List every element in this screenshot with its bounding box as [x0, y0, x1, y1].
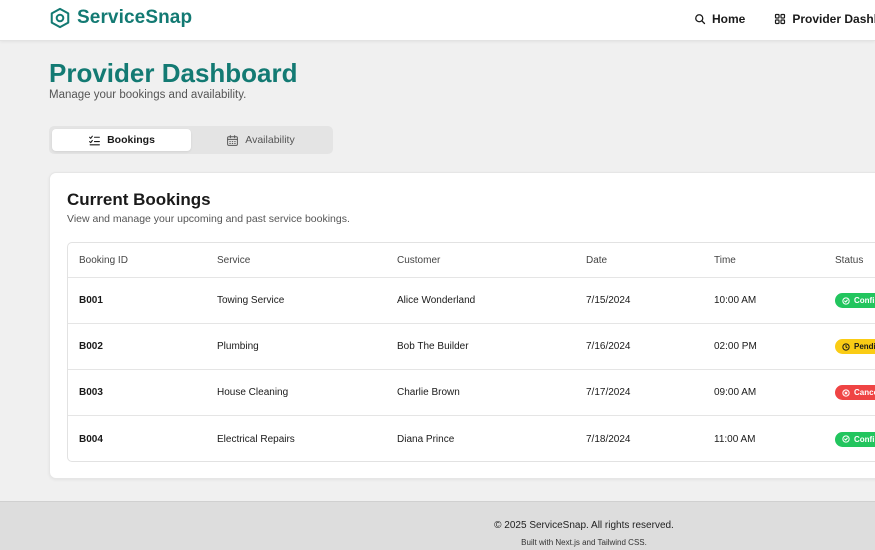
table-row[interactable]: B002 Plumbing Bob The Builder 7/16/2024 …: [68, 324, 875, 370]
dashboard-tabs: Bookings Availability: [49, 126, 333, 154]
nav-provider-dashboard-label: Provider Dashboard: [792, 12, 875, 26]
main-nav: Home Provider Dashboard: [694, 12, 875, 26]
time-cell: 09:00 AM: [714, 387, 757, 398]
service-cell: Plumbing: [217, 341, 259, 352]
status-badge-label: Cancelled: [854, 388, 875, 397]
page-footer: © 2025 ServiceSnap. All rights reserved.…: [0, 501, 875, 550]
service-cell: Electrical Repairs: [217, 433, 295, 445]
current-bookings-card: Current Bookings View and manage your up…: [49, 172, 875, 479]
status-badge-label: Pending: [854, 342, 875, 351]
clock-icon: [842, 342, 850, 351]
customer-cell: Charlie Brown: [397, 387, 460, 398]
nav-home-link[interactable]: Home: [694, 12, 745, 26]
booking-id-cell: B002: [79, 341, 103, 352]
tab-bookings-label: Bookings: [107, 134, 155, 146]
page-title: Provider Dashboard: [49, 58, 298, 88]
x-circle-icon: [842, 388, 850, 397]
date-cell: 7/16/2024: [586, 341, 631, 352]
footer-copyright: © 2025 ServiceSnap. All rights reserved.: [494, 520, 674, 531]
customer-cell: Bob The Builder: [397, 341, 469, 352]
customer-cell: Diana Prince: [397, 433, 455, 445]
date-cell: 7/18/2024: [586, 433, 631, 445]
table-row[interactable]: B003 House Cleaning Charlie Brown 7/17/2…: [68, 370, 875, 416]
service-cell: House Cleaning: [217, 387, 289, 398]
status-badge: Pending: [835, 339, 875, 354]
top-navbar: ServiceSnap Home Provider Dashboard: [0, 0, 875, 41]
status-cell: Confirmed: [835, 416, 875, 461]
service-cell: Towing Service: [217, 295, 285, 306]
list-check-icon: [89, 135, 100, 145]
date-cell: 7/17/2024: [586, 387, 631, 398]
calendar-icon: [227, 134, 239, 146]
booking-id-cell: B004: [79, 433, 103, 445]
check-circle-icon: [842, 435, 850, 443]
table-row[interactable]: B001 Towing Service Alice Wonderland 7/1…: [68, 278, 875, 324]
hexagon-logo-icon: [50, 7, 70, 29]
status-cell: Confirmed: [835, 278, 875, 323]
page-subtitle: Manage your bookings and availability.: [49, 89, 247, 101]
grid-icon: [775, 13, 786, 25]
column-header-time[interactable]: Time: [714, 243, 736, 277]
status-cell: Cancelled: [835, 370, 875, 415]
nav-provider-dashboard-link[interactable]: Provider Dashboard: [774, 12, 875, 26]
date-cell: 7/15/2024: [586, 295, 631, 306]
column-header-status[interactable]: Status: [835, 243, 863, 277]
status-badge: Confirmed: [835, 431, 875, 447]
column-header-customer[interactable]: Customer: [397, 243, 440, 277]
status-badge-label: Confirmed: [854, 296, 875, 305]
column-header-service[interactable]: Service: [217, 243, 250, 277]
status-cell: Pending: [835, 324, 875, 369]
check-circle-icon: [842, 296, 850, 305]
tab-availability-label: Availability: [245, 134, 295, 146]
search-icon: [695, 14, 706, 25]
tab-availability[interactable]: Availability: [191, 129, 330, 151]
footer-built-with: Built with Next.js and Tailwind CSS.: [521, 538, 647, 547]
customer-cell: Alice Wonderland: [397, 295, 476, 306]
time-cell: 11:00 AM: [714, 433, 756, 445]
table-row[interactable]: B004 Electrical Repairs Diana Prince 7/1…: [68, 416, 875, 461]
booking-id-cell: B001: [79, 295, 103, 306]
column-header-booking-id[interactable]: Booking ID: [79, 243, 128, 277]
booking-id-cell: B003: [79, 387, 103, 398]
tab-bookings[interactable]: Bookings: [52, 129, 191, 151]
table-header-row: Booking ID Service Customer Date Time St…: [68, 243, 875, 278]
brand-logo[interactable]: ServiceSnap: [49, 7, 192, 29]
status-badge: Confirmed: [835, 293, 875, 308]
time-cell: 10:00 AM: [714, 295, 757, 306]
time-cell: 02:00 PM: [714, 341, 757, 352]
brand-name: ServiceSnap: [77, 7, 193, 28]
status-badge-label: Confirmed: [854, 434, 875, 444]
status-badge: Cancelled: [835, 385, 875, 400]
card-description: View and manage your upcoming and past s…: [67, 213, 350, 225]
card-title: Current Bookings: [67, 190, 211, 209]
column-header-date[interactable]: Date: [586, 243, 607, 277]
bookings-table: Booking ID Service Customer Date Time St…: [67, 242, 875, 462]
nav-home-label: Home: [712, 12, 746, 26]
